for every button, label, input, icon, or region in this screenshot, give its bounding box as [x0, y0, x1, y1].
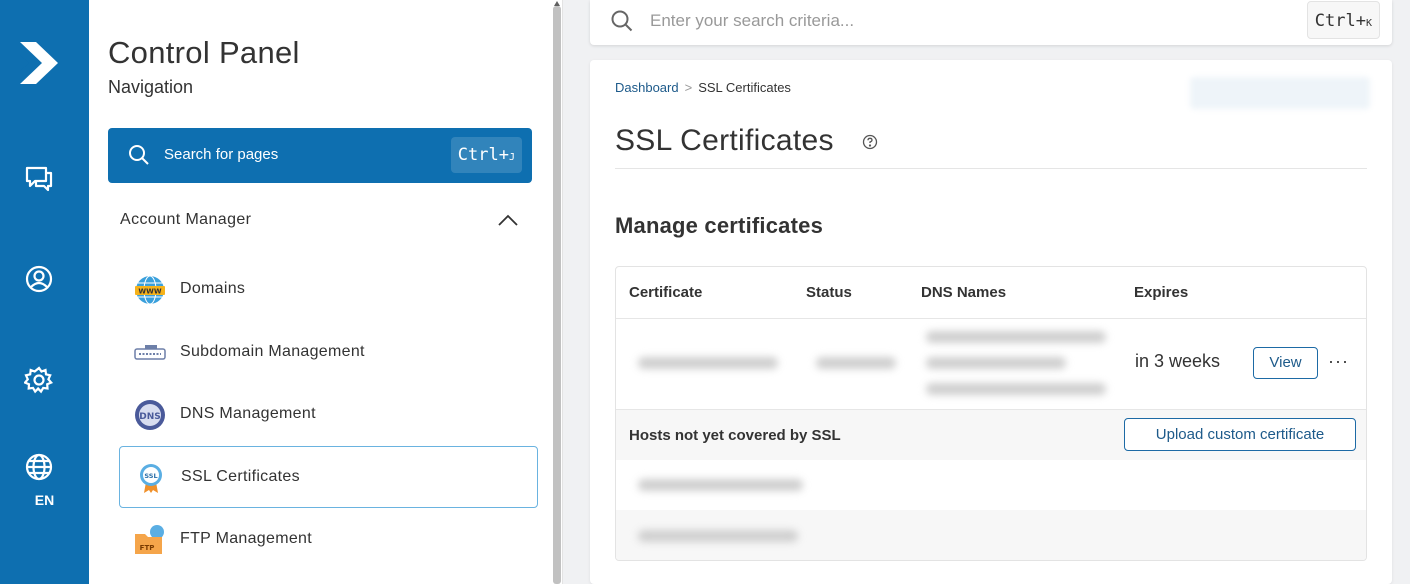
search-shortcut: Ctrl+J: [450, 137, 522, 173]
global-search-bar: Ctrl+K: [590, 0, 1392, 45]
nav-title: Control Panel: [108, 35, 300, 70]
dns-icon: DNS: [134, 399, 166, 431]
view-button[interactable]: View: [1253, 347, 1318, 379]
svg-text:FTP: FTP: [140, 544, 155, 552]
help-icon[interactable]: [862, 134, 878, 155]
nav-item-domains[interactable]: WWW Domains: [119, 259, 538, 321]
expires-value: in 3 weeks: [1135, 351, 1221, 371]
section-title: Manage certificates: [615, 213, 823, 238]
hosts-not-covered-row: Hosts not yet covered by SSL Upload cust…: [616, 409, 1366, 460]
nav-item-label: Subdomain Management: [180, 343, 365, 360]
page-title: SSL Certificates: [615, 124, 834, 157]
nav-item-label: DNS Management: [180, 405, 316, 422]
nav-subtitle: Navigation: [108, 77, 194, 97]
breadcrumb-current: SSL Certificates: [698, 80, 791, 95]
ftp-folder-icon: FTP: [134, 524, 166, 556]
blurred-dns-name: [926, 383, 1106, 395]
certificates-table: Certificate Status DNS Names Expires in …: [615, 266, 1367, 561]
main-content-card: Dashboard > SSL Certificates SSL Certifica…: [590, 60, 1392, 584]
scroll-up-arrow-icon[interactable]: [553, 0, 561, 8]
blurred-host-name: [638, 479, 803, 491]
row-divider: [616, 409, 1366, 410]
breadcrumb: Dashboard > SSL Certificates: [615, 80, 791, 95]
hosts-not-covered-label: Hosts not yet covered by SSL: [629, 427, 841, 444]
table-row: [616, 460, 1366, 510]
breadcrumb-dashboard-link[interactable]: Dashboard: [615, 80, 679, 95]
search-shortcut: Ctrl+K: [1306, 1, 1380, 39]
svg-text:SSL: SSL: [144, 472, 157, 480]
search-icon: [128, 144, 150, 171]
nav-item-label: Domains: [180, 280, 246, 297]
chat-icon[interactable]: [23, 162, 55, 194]
gear-icon[interactable]: [23, 364, 55, 396]
subdomain-icon: [134, 337, 166, 369]
search-input[interactable]: [650, 6, 1250, 36]
nav-item-label: FTP Management: [180, 530, 312, 547]
blurred-action-button[interactable]: [1190, 77, 1370, 109]
svg-text:WWW: WWW: [138, 288, 161, 296]
blurred-status: [816, 357, 896, 369]
breadcrumb-separator: >: [684, 80, 693, 95]
logo-icon[interactable]: [16, 38, 62, 88]
search-icon: [610, 9, 634, 38]
globe-icon[interactable]: [23, 451, 55, 483]
search-pages-label: Search for pages: [164, 146, 279, 163]
svg-text:DNS: DNS: [139, 412, 161, 422]
chevron-up-icon[interactable]: [497, 212, 519, 233]
blurred-host-name: [638, 530, 798, 542]
section-account-manager[interactable]: Account Manager: [120, 211, 251, 229]
more-options-icon[interactable]: ···: [1328, 351, 1349, 372]
table-row: [616, 510, 1366, 560]
column-header-dns-names: DNS Names: [921, 284, 1007, 301]
nav-item-subdomain-management[interactable]: Subdomain Management: [119, 322, 538, 384]
nav-item-ssl-certificates[interactable]: SSL SSL Certificates: [119, 446, 538, 508]
blurred-dns-name: [926, 331, 1106, 343]
ssl-badge-icon: SSL: [135, 462, 167, 494]
nav-item-label: SSL Certificates: [181, 468, 300, 485]
navigation-panel: Control Panel Navigation Search for page…: [89, 0, 563, 584]
user-icon[interactable]: [23, 263, 55, 295]
column-header-certificate: Certificate: [629, 284, 703, 301]
blurred-certificate-name: [638, 357, 778, 369]
nav-item-ftp-management[interactable]: FTP FTP Management: [119, 509, 538, 571]
blurred-dns-name: [926, 357, 1066, 369]
language-label[interactable]: EN: [0, 492, 89, 508]
www-globe-icon: WWW: [134, 274, 166, 306]
header-divider: [616, 318, 1366, 319]
search-pages-button[interactable]: Search for pages Ctrl+J: [108, 128, 532, 183]
title-divider: [615, 168, 1367, 169]
icon-rail: EN: [0, 0, 89, 584]
column-header-expires: Expires: [1134, 284, 1189, 301]
column-header-status: Status: [806, 284, 852, 301]
nav-item-dns-management[interactable]: DNS DNS Management: [119, 384, 538, 446]
nav-scrollbar[interactable]: [553, 6, 561, 584]
upload-custom-certificate-button[interactable]: Upload custom certificate: [1124, 418, 1356, 451]
